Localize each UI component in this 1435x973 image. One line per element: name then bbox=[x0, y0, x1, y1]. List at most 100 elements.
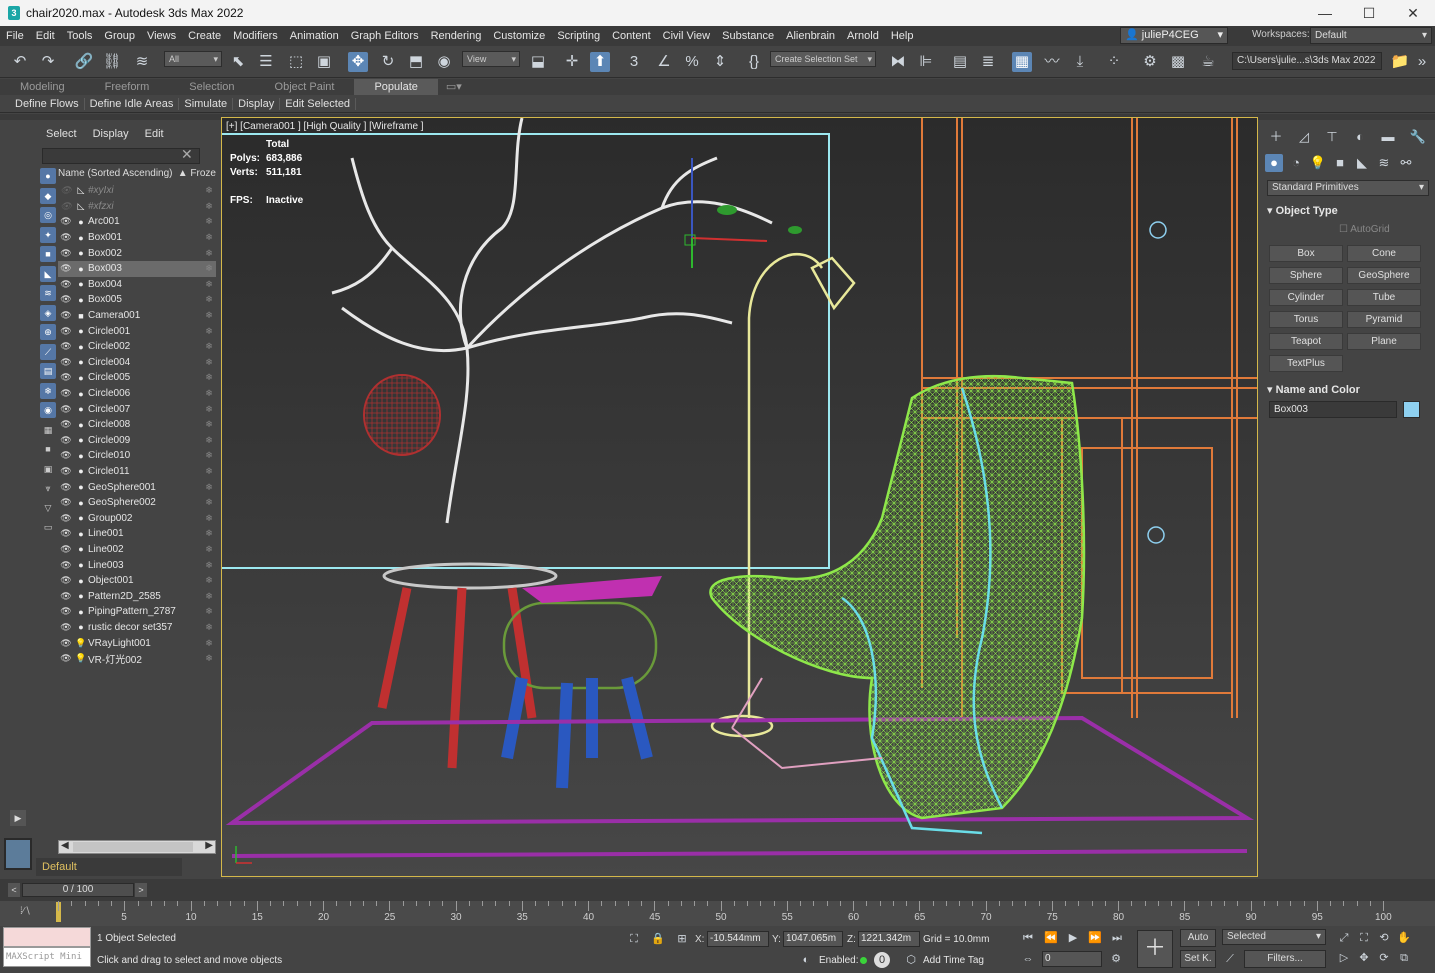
list-item[interactable]: 👁 ● GeoSphere002 ❄ bbox=[58, 495, 216, 511]
layer-manager-icon[interactable]: ▭ bbox=[40, 519, 56, 535]
play-icon[interactable]: ▶ bbox=[1065, 930, 1081, 946]
enabled-toggle[interactable]: 0 bbox=[874, 952, 890, 968]
menu-scripting[interactable]: Scripting bbox=[551, 30, 606, 42]
manipulate-icon[interactable]: ✛ bbox=[562, 52, 582, 72]
rendered-frame-window-icon[interactable]: ▩ bbox=[1168, 52, 1188, 72]
freeze-icon[interactable]: ❄ bbox=[202, 544, 216, 555]
y-coordinate-input[interactable]: 1047.065m bbox=[783, 931, 843, 947]
define-flows-button[interactable]: Define Flows bbox=[10, 97, 85, 110]
visibility-eye-icon[interactable]: 👁 bbox=[58, 232, 74, 243]
curve-editor-mini-icon[interactable]: ⁞∕∖ bbox=[20, 906, 31, 917]
display-groups-icon[interactable]: ◈ bbox=[40, 304, 56, 321]
visibility-eye-icon[interactable]: 👁 bbox=[58, 591, 74, 602]
layer-explorer-icon[interactable]: ≣ bbox=[978, 52, 998, 72]
material-editor-icon[interactable]: ⁘ bbox=[1104, 52, 1124, 72]
x-coordinate-input[interactable]: -10.544mm bbox=[707, 931, 769, 947]
window-crossing-icon[interactable]: ▣ bbox=[314, 52, 334, 72]
pan-icon[interactable]: ✋ bbox=[1396, 930, 1412, 946]
menu-views[interactable]: Views bbox=[141, 30, 182, 42]
freeze-icon[interactable]: ❄ bbox=[202, 419, 216, 430]
clear-search-icon[interactable]: ✕ bbox=[181, 146, 193, 163]
key-filters-button[interactable]: Filters... bbox=[1244, 950, 1326, 968]
textplus-button[interactable]: TextPlus bbox=[1269, 355, 1343, 372]
primitive-category-dropdown[interactable]: Standard Primitives ▾ bbox=[1267, 180, 1429, 196]
walk-through-icon[interactable]: ✥ bbox=[1356, 950, 1372, 966]
box-button[interactable]: Box bbox=[1269, 245, 1343, 262]
teapot-button[interactable]: Teapot bbox=[1269, 333, 1343, 350]
menu-edit[interactable]: Edit bbox=[30, 30, 61, 42]
freeze-icon[interactable]: ❄ bbox=[202, 497, 216, 508]
freeze-icon[interactable]: ❄ bbox=[202, 435, 216, 446]
minimize-button[interactable]: — bbox=[1303, 5, 1347, 22]
zoom-icon[interactable]: ⤢ bbox=[1336, 930, 1352, 946]
freeze-icon[interactable]: ❄ bbox=[202, 513, 216, 524]
cameras-category-icon[interactable]: ■ bbox=[1331, 154, 1349, 172]
render-setup-icon[interactable]: ⚙ bbox=[1140, 52, 1160, 72]
workspace-dropdown[interactable]: Default ▾ bbox=[1310, 27, 1432, 44]
freeze-icon[interactable]: ❄ bbox=[202, 326, 216, 337]
key-mode-icon[interactable]: ⇔ bbox=[1020, 951, 1036, 967]
visibility-eye-icon[interactable]: 👁 bbox=[58, 497, 74, 508]
selection-filter-dropdown[interactable]: All ▾ bbox=[164, 51, 222, 67]
visibility-eye-icon[interactable]: 👁 bbox=[58, 201, 74, 212]
list-item[interactable]: 👁 ● Circle009 ❄ bbox=[58, 433, 216, 449]
visibility-eye-icon[interactable]: 👁 bbox=[58, 622, 74, 633]
rectangle-selection-icon[interactable]: ⬚ bbox=[286, 52, 306, 72]
systems-category-icon[interactable]: ⚯ bbox=[1397, 154, 1415, 172]
list-item[interactable]: 👁 ● Circle010 ❄ bbox=[58, 448, 216, 464]
visibility-eye-icon[interactable]: 👁 bbox=[58, 450, 74, 461]
isolate-selection-icon[interactable]: ⛶ bbox=[626, 931, 642, 947]
menu-create[interactable]: Create bbox=[182, 30, 227, 42]
layer-icon[interactable] bbox=[4, 838, 32, 870]
list-item[interactable]: 👁 ● Line002 ❄ bbox=[58, 542, 216, 558]
toolbar-overflow-icon[interactable]: » bbox=[1412, 52, 1432, 72]
freeze-icon[interactable]: ❄ bbox=[202, 388, 216, 399]
visibility-eye-icon[interactable]: 👁 bbox=[58, 248, 74, 259]
menu-content[interactable]: Content bbox=[606, 30, 657, 42]
camera-viewport[interactable]: [+] [Camera001 ] [High Quality ] [Wirefr… bbox=[221, 117, 1258, 877]
menu-arnold[interactable]: Arnold bbox=[841, 30, 885, 42]
define-idle-areas-button[interactable]: Define Idle Areas bbox=[85, 97, 180, 110]
toggle-ribbon-icon[interactable]: ▦ bbox=[1012, 52, 1032, 72]
freeze-icon[interactable]: ❄ bbox=[202, 466, 216, 477]
keyboard-shortcut-icon[interactable]: ⬆ bbox=[590, 52, 610, 72]
visibility-eye-icon[interactable]: 👁 bbox=[58, 466, 74, 477]
explorer-menu-display[interactable]: Display bbox=[93, 128, 129, 140]
set-key-mode-button[interactable]: Set K. bbox=[1180, 950, 1216, 968]
freeze-icon[interactable]: ❄ bbox=[202, 560, 216, 571]
edit-named-selection-icon[interactable]: {} bbox=[744, 52, 764, 72]
utilities-panel-icon[interactable]: 🔧 bbox=[1409, 128, 1427, 146]
display-button[interactable]: Display bbox=[233, 97, 281, 110]
reference-coordinate-dropdown[interactable]: View ▾ bbox=[462, 51, 520, 67]
freeze-icon[interactable]: ❄ bbox=[202, 404, 216, 415]
tab-freeform[interactable]: Freeform bbox=[85, 79, 170, 95]
select-by-name-icon[interactable]: ☰ bbox=[256, 52, 276, 72]
maxscript-input[interactable]: MAXScript Mini bbox=[3, 947, 91, 967]
visibility-eye-icon[interactable]: 👁 bbox=[58, 544, 74, 555]
display-helpers-icon[interactable]: ◣ bbox=[40, 265, 56, 282]
redo-icon[interactable]: ↷ bbox=[38, 52, 58, 72]
adaptive-degradation-icon[interactable]: ◐ bbox=[798, 952, 814, 968]
edit-selected-button[interactable]: Edit Selected bbox=[280, 97, 357, 110]
list-item[interactable]: 👁 ● Object001 ❄ bbox=[58, 573, 216, 589]
zoom-all-icon[interactable]: ⛶ bbox=[1356, 930, 1372, 946]
list-item[interactable]: 👁 ● Circle006 ❄ bbox=[58, 386, 216, 402]
tab-modeling[interactable]: Modeling bbox=[0, 79, 85, 95]
display-all-icon[interactable]: ● bbox=[40, 168, 56, 184]
set-key-icon[interactable]: ＋ bbox=[1137, 930, 1173, 968]
menu-file[interactable]: File bbox=[0, 30, 30, 42]
object-type-rollout[interactable]: ▾ Object Type bbox=[1267, 204, 1429, 220]
key-tangent-icon[interactable]: ⟋ bbox=[1222, 951, 1238, 967]
list-item[interactable]: 👁 ● Circle011 ❄ bbox=[58, 464, 216, 480]
torus-button[interactable]: Torus bbox=[1269, 311, 1343, 328]
freeze-icon[interactable]: ❄ bbox=[202, 185, 216, 196]
freeze-icon[interactable]: ❄ bbox=[202, 248, 216, 259]
next-key-icon[interactable]: ⏩ bbox=[1087, 930, 1103, 946]
align-icon[interactable]: ⊫ bbox=[916, 52, 936, 72]
menu-rendering[interactable]: Rendering bbox=[425, 30, 488, 42]
display-panel-icon[interactable]: ▬ bbox=[1379, 128, 1397, 146]
selection-lock-icon[interactable]: 🔒 bbox=[650, 931, 666, 947]
freeze-icon[interactable]: ❄ bbox=[202, 279, 216, 290]
list-item[interactable]: 👁 ● Box005 ❄ bbox=[58, 292, 216, 308]
menu-civil-view[interactable]: Civil View bbox=[657, 30, 716, 42]
